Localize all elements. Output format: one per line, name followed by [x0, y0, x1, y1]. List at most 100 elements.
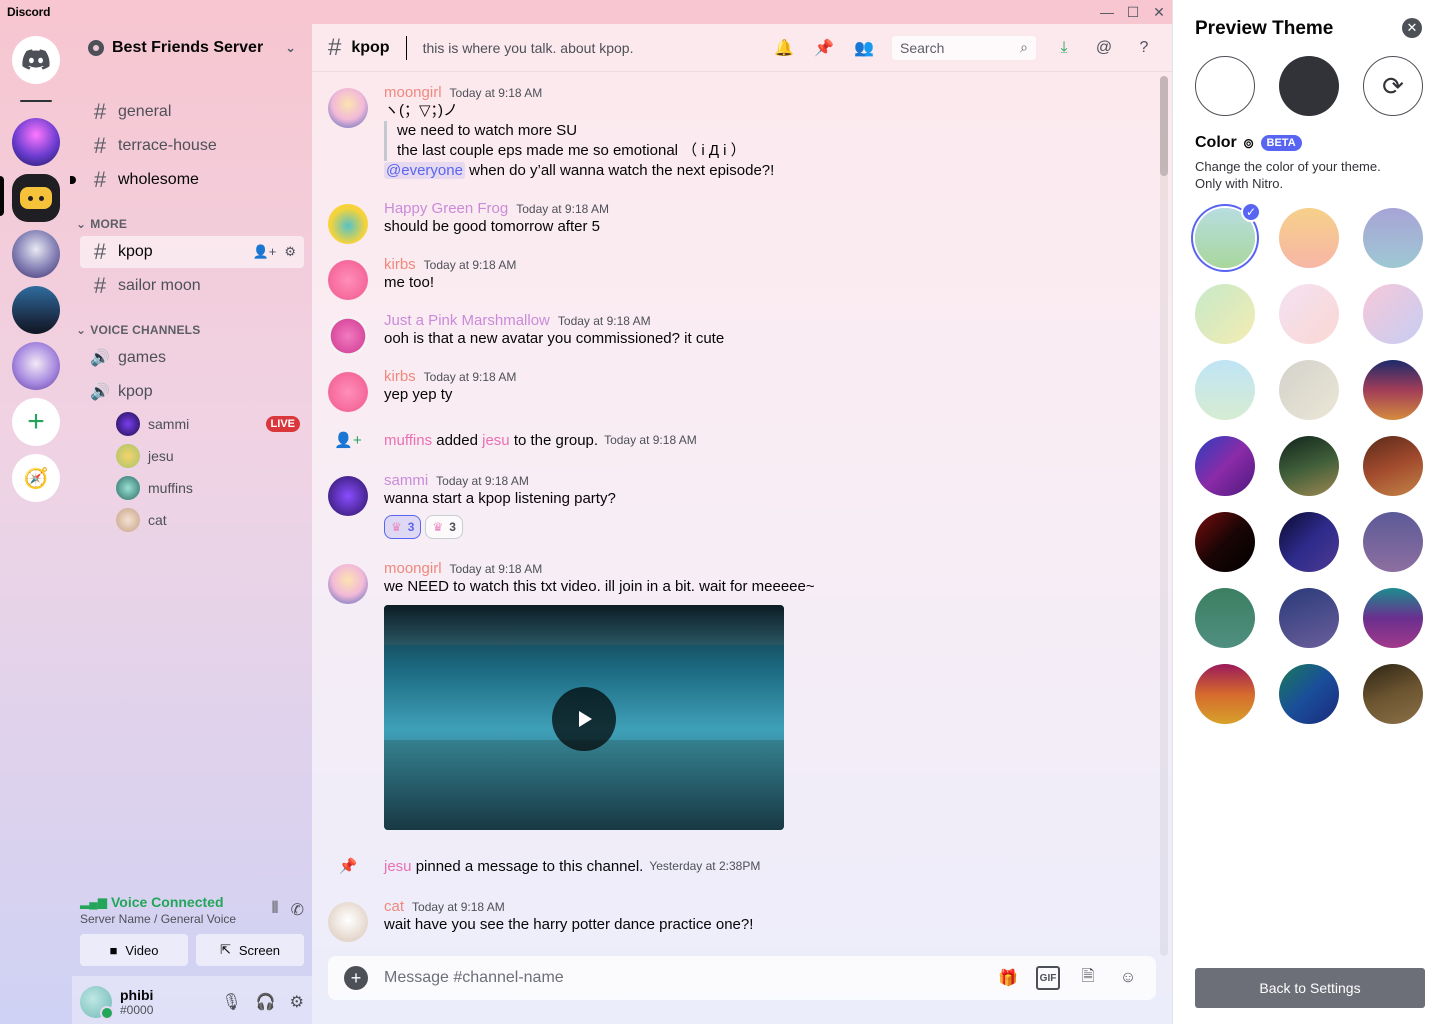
avatar[interactable] [328, 372, 368, 412]
scrollbar-thumb[interactable] [1160, 76, 1168, 176]
avatar[interactable] [328, 564, 368, 604]
message-author[interactable]: kirbs [384, 368, 416, 385]
bell-icon[interactable]: 🔔 [772, 36, 796, 60]
member-list-icon[interactable]: 👥 [852, 36, 876, 60]
server-header[interactable]: Best Friends Server ⌄ [72, 24, 312, 72]
avatar[interactable] [328, 316, 368, 356]
sync-theme-button[interactable]: ⟳ [1363, 56, 1423, 116]
voice-user-sammi[interactable]: sammi LIVE [116, 410, 300, 438]
color-swatch[interactable] [1363, 436, 1423, 496]
mention-everyone[interactable]: @everyone [384, 162, 465, 179]
category-more[interactable]: ⌄ MORE [76, 217, 127, 231]
color-swatch[interactable] [1195, 360, 1255, 420]
color-swatch[interactable]: ✓ [1195, 202, 1261, 268]
message-input[interactable] [384, 969, 996, 987]
server-icon-4[interactable] [12, 286, 60, 334]
close-icon[interactable]: ✕ [1402, 18, 1422, 38]
server-icon-1[interactable] [12, 118, 60, 166]
color-swatch[interactable] [1363, 588, 1423, 648]
voice-user-muffins[interactable]: muffins [116, 474, 300, 502]
explore-servers-button[interactable]: 🧭 [12, 454, 60, 502]
gift-icon[interactable]: 🎁 [996, 966, 1020, 990]
color-swatch[interactable] [1363, 208, 1423, 268]
color-swatch[interactable] [1363, 512, 1423, 572]
color-swatch[interactable] [1279, 208, 1339, 268]
pin-icon[interactable]: 📌 [812, 36, 836, 60]
video-embed[interactable] [384, 605, 784, 830]
color-swatch[interactable] [1363, 284, 1423, 344]
color-swatch[interactable] [1363, 664, 1423, 724]
video-button[interactable]: ■ Video [80, 934, 188, 966]
light-theme-button[interactable] [1195, 56, 1255, 116]
message-author[interactable]: cat [384, 898, 404, 915]
color-swatch[interactable] [1279, 512, 1339, 572]
channel-general[interactable]: # general [80, 96, 304, 128]
color-swatch[interactable] [1279, 284, 1339, 344]
server-icon-best-friends[interactable] [12, 174, 60, 222]
close-window-icon[interactable]: ✕ [1146, 0, 1172, 24]
color-swatch[interactable] [1279, 588, 1339, 648]
gear-icon[interactable]: ⚙ [284, 244, 296, 260]
voice-channel-kpop[interactable]: 🔊 kpop [80, 376, 304, 408]
invite-icon[interactable]: 👤+ [253, 244, 277, 260]
avatar[interactable] [328, 902, 368, 942]
minimize-icon[interactable]: — [1094, 0, 1120, 24]
category-voice-channels[interactable]: ⌄ VOICE CHANNELS [76, 323, 200, 337]
search-box[interactable]: Search ⌕ [892, 35, 1036, 60]
avatar[interactable] [328, 204, 368, 244]
dark-theme-button[interactable] [1279, 56, 1339, 116]
voice-user-cat[interactable]: cat [116, 506, 300, 534]
voice-location[interactable]: Server Name / General Voice [80, 912, 236, 926]
play-button[interactable] [552, 687, 616, 751]
system-actor[interactable]: jesu [384, 858, 412, 875]
sticker-icon[interactable]: 🗎 [1076, 966, 1100, 990]
voice-status[interactable]: ▂▄▆ Voice Connected [80, 894, 236, 910]
channel-terrace-house[interactable]: # terrace-house [80, 130, 304, 162]
headphones-icon[interactable]: 🎧 [256, 992, 276, 1012]
color-swatch[interactable] [1279, 664, 1339, 724]
mentions-icon[interactable]: @ [1092, 36, 1116, 60]
server-icon-5[interactable] [12, 342, 60, 390]
color-swatch[interactable] [1363, 360, 1423, 420]
download-icon[interactable]: ⤓ [1052, 36, 1076, 60]
voice-channel-games[interactable]: 🔊 games [80, 342, 304, 374]
gif-button[interactable]: GIF [1036, 966, 1060, 990]
channel-sailor-moon[interactable]: # sailor moon [80, 270, 304, 302]
channel-wholesome[interactable]: # wholesome [70, 164, 304, 196]
chat-scrollbar[interactable] [1160, 76, 1168, 956]
color-swatch[interactable] [1195, 436, 1255, 496]
help-icon[interactable]: ? [1132, 36, 1156, 60]
message-author[interactable]: sammi [384, 472, 428, 489]
add-server-button[interactable]: + [12, 398, 60, 446]
message-author[interactable]: Happy Green Frog [384, 200, 508, 217]
maximize-icon[interactable]: ☐ [1120, 0, 1146, 24]
color-swatch[interactable] [1195, 588, 1255, 648]
disconnect-icon[interactable]: ✆ [291, 900, 304, 920]
channel-topic[interactable]: this is where you talk. about kpop. [423, 40, 634, 56]
color-swatch[interactable] [1279, 360, 1339, 420]
message-author[interactable]: moongirl [384, 84, 442, 101]
upload-plus-icon[interactable]: + [344, 966, 368, 990]
voice-user-jesu[interactable]: jesu [116, 442, 300, 470]
system-actor[interactable]: muffins [384, 432, 432, 449]
message-author[interactable]: Just a Pink Marshmallow [384, 312, 550, 329]
message-author[interactable]: moongirl [384, 560, 442, 577]
message-author[interactable]: kirbs [384, 256, 416, 273]
server-icon-3[interactable] [12, 230, 60, 278]
color-swatch[interactable] [1195, 284, 1255, 344]
avatar[interactable] [328, 260, 368, 300]
noise-suppression-icon[interactable]: ⦀ [272, 900, 279, 920]
back-to-settings-button[interactable]: Back to Settings [1195, 968, 1425, 1008]
avatar[interactable] [328, 476, 368, 516]
reaction-pill[interactable]: ♛ 3 [425, 515, 463, 539]
color-swatch[interactable] [1195, 664, 1255, 724]
reaction-pill[interactable]: ♛ 3 [384, 515, 422, 539]
channel-kpop[interactable]: # kpop 👤+ ⚙ [80, 236, 304, 268]
home-button[interactable] [12, 36, 60, 84]
avatar[interactable] [80, 986, 114, 1020]
avatar[interactable] [328, 88, 368, 128]
color-swatch[interactable] [1279, 436, 1339, 496]
screen-share-button[interactable]: ⇱ Screen [196, 934, 304, 966]
color-swatch[interactable] [1195, 512, 1255, 572]
system-target[interactable]: jesu [482, 432, 510, 449]
